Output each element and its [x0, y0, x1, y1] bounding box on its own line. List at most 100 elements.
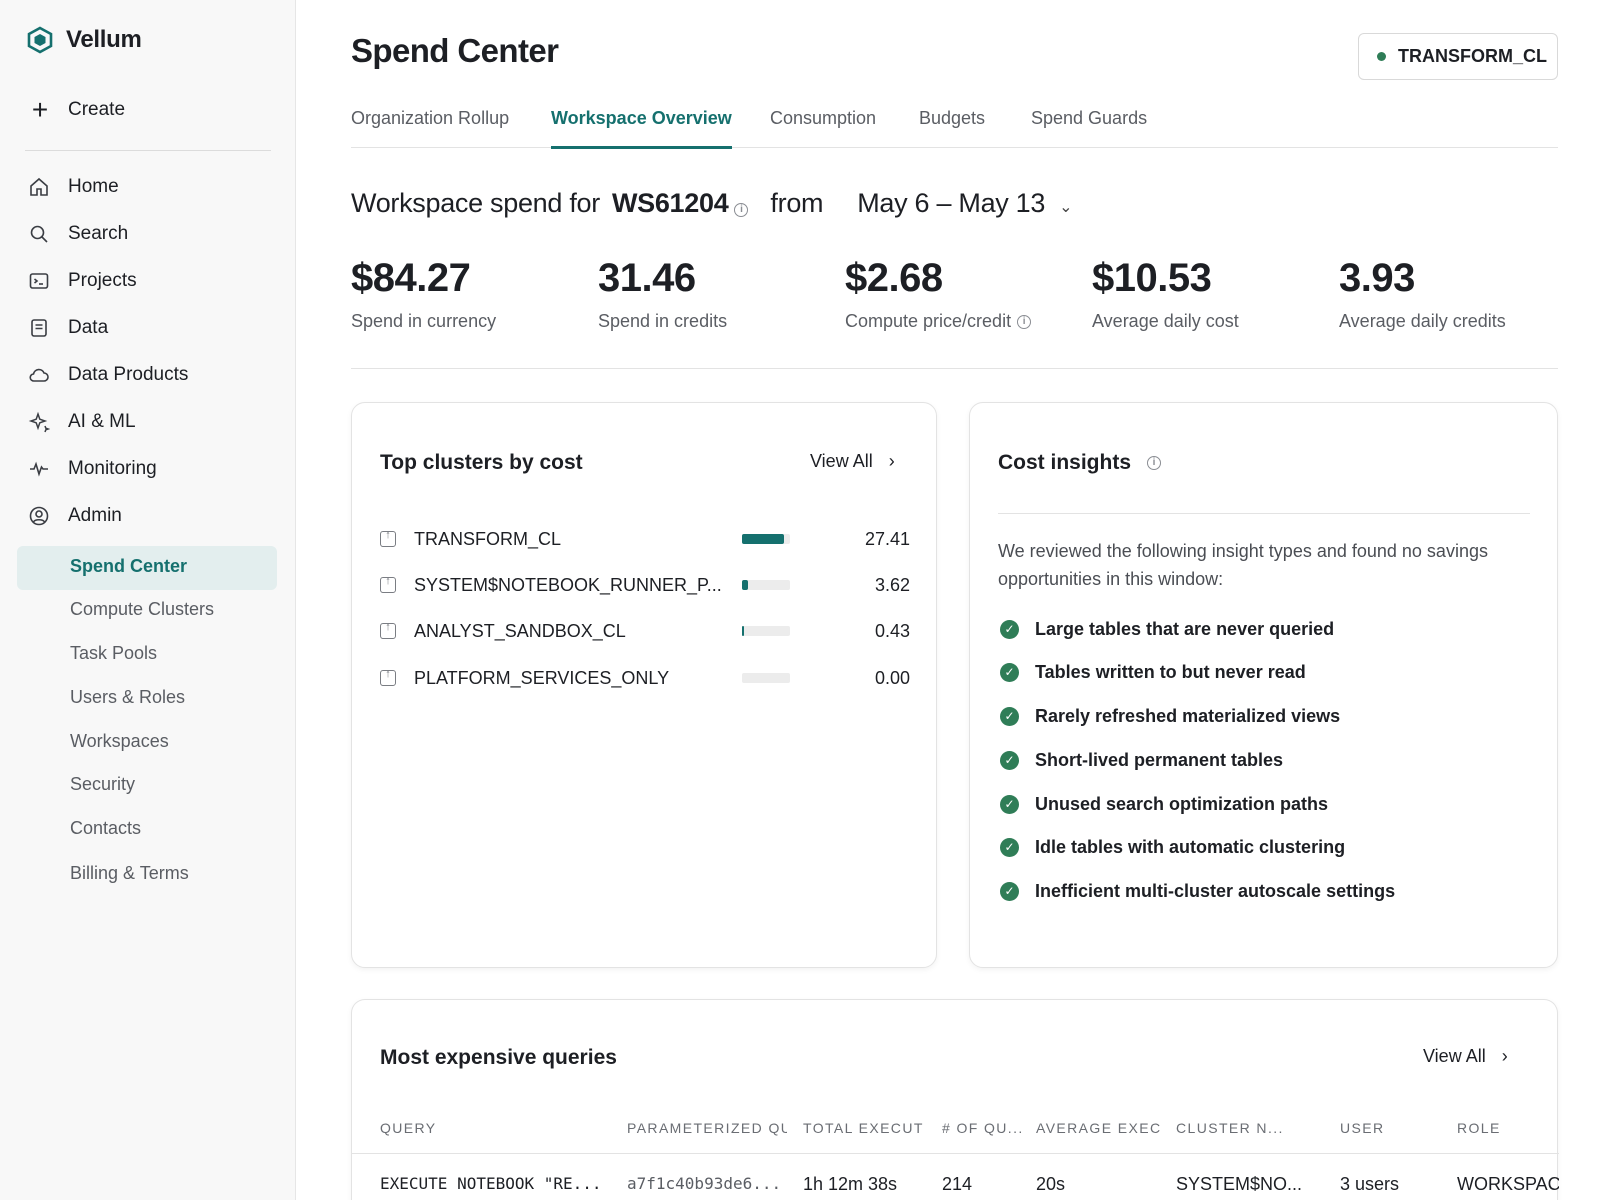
- create-button[interactable]: + Create: [28, 96, 125, 124]
- insight-label: Unused search optimization paths: [1035, 794, 1329, 814]
- cluster-icon: [380, 621, 396, 639]
- parameterized-hash-cell: a7f1c40b93de6...: [627, 1174, 782, 1193]
- sidebar-item-label: Search: [68, 223, 129, 244]
- sidebar-item-search[interactable]: Search: [28, 219, 128, 249]
- cluster-cost-bar-fill: [742, 626, 744, 636]
- tab-spend-guards[interactable]: Spend Guards: [1031, 108, 1147, 148]
- document-icon: [31, 319, 47, 337]
- cluster-cost-bar-fill: [742, 534, 784, 544]
- cost-insights-card: Cost insights i We reviewed the followin…: [969, 402, 1558, 968]
- sidebar-item-label: Data Products: [68, 364, 189, 385]
- insight-label: Large tables that are never queried: [1035, 619, 1335, 639]
- check-circle-icon: ✓: [1000, 838, 1019, 857]
- sidebar-item-data-products[interactable]: Data Products: [28, 360, 188, 390]
- column-header-total-execution[interactable]: TOTAL EXECUT: [803, 1120, 928, 1136]
- query-text-cell: EXECUTE NOTEBOOK "RE...: [380, 1174, 602, 1193]
- column-header-cluster-name[interactable]: CLUSTER N...: [1176, 1120, 1291, 1136]
- column-header-user[interactable]: USER: [1340, 1120, 1430, 1136]
- metric-label: Average daily cost: [1092, 311, 1239, 331]
- view-all-label: View All: [810, 451, 873, 471]
- sidebar-item-label: Projects: [68, 270, 137, 291]
- home-icon: [30, 177, 48, 196]
- sidebar-subitem-contacts[interactable]: Contacts: [70, 818, 141, 844]
- tab-consumption[interactable]: Consumption: [770, 108, 876, 148]
- info-icon[interactable]: i: [734, 203, 749, 217]
- spend-prefix: Workspace spend for: [351, 188, 600, 218]
- metric-value: 3.93: [1339, 256, 1415, 300]
- user-cell: 3 users: [1340, 1174, 1400, 1194]
- cluster-cost-bar: [742, 673, 790, 683]
- metric-value: $2.68: [845, 256, 943, 300]
- date-range-selector[interactable]: May 6 – May 13: [857, 188, 1045, 219]
- metric-value: $10.53: [1092, 256, 1212, 300]
- column-header-query-count[interactable]: # OF QU...: [942, 1120, 1024, 1136]
- sidebar-item-data[interactable]: Data: [28, 313, 108, 343]
- info-icon[interactable]: i: [1147, 456, 1162, 470]
- sidebar-subitem-label: Spend Center: [70, 556, 188, 576]
- insight-item: ✓ Inefficient multi-cluster autoscale set…: [1000, 881, 1395, 902]
- average-execution-cell: 20s: [1036, 1174, 1066, 1194]
- tab-organization-rollup[interactable]: Organization Rollup: [351, 108, 509, 148]
- table-header-divider: [352, 1153, 1559, 1154]
- sidebar: Vellum + Create Home Search Projects Dat…: [0, 0, 296, 1200]
- cluster-row[interactable]: SYSTEM$NOTEBOOK_RUNNER_P... 3.62: [380, 570, 910, 600]
- cluster-name-cell: SYSTEM$NO...: [1176, 1174, 1303, 1194]
- sidebar-subitem-billing-terms[interactable]: Billing & Terms: [70, 863, 189, 889]
- insight-item: ✓ Rarely refreshed materialized views: [1000, 706, 1340, 727]
- metrics-divider: [351, 368, 1558, 369]
- insight-item: ✓ Idle tables with automatic clustering: [1000, 837, 1345, 858]
- sidebar-subitem-users-roles[interactable]: Users & Roles: [70, 687, 185, 713]
- view-all-queries-link[interactable]: View All ›: [1423, 1046, 1508, 1067]
- metric-label: Spend in credits: [598, 311, 728, 331]
- check-circle-icon: ✓: [1000, 620, 1019, 639]
- insight-item: ✓ Unused search optimization paths: [1000, 794, 1328, 815]
- column-header-parameterized-query[interactable]: PARAMETERIZED QU: [627, 1120, 787, 1136]
- sidebar-divider: [25, 150, 271, 151]
- sidebar-item-projects[interactable]: Projects: [28, 266, 137, 296]
- tab-workspace-overview[interactable]: Workspace Overview: [551, 108, 732, 149]
- cluster-name: TRANSFORM_CL: [414, 528, 562, 549]
- column-header-average-execution[interactable]: AVERAGE EXEC: [1036, 1120, 1160, 1136]
- sidebar-item-home[interactable]: Home: [28, 172, 119, 202]
- sparkle-icon: [28, 411, 50, 433]
- cluster-icon: [380, 575, 396, 593]
- sidebar-subitem-task-pools[interactable]: Task Pools: [70, 643, 157, 669]
- tab-bar: Organization Rollup Workspace Overview C…: [351, 104, 1558, 149]
- sidebar-item-monitoring[interactable]: Monitoring: [28, 454, 157, 484]
- metric-label: Spend in currency: [351, 311, 497, 331]
- metric-spend-credits: 31.46 Spend in credits: [598, 256, 727, 332]
- check-circle-icon: ✓: [1000, 795, 1019, 814]
- sidebar-subitem-compute-clusters[interactable]: Compute Clusters: [70, 599, 214, 625]
- sidebar-subitem-workspaces[interactable]: Workspaces: [70, 731, 169, 757]
- cluster-cost-value: 0.00: [874, 667, 910, 688]
- cluster-chip[interactable]: TRANSFORM_CL: [1358, 33, 1558, 80]
- chevron-right-icon: ›: [1501, 1046, 1508, 1066]
- column-header-query[interactable]: QUERY: [380, 1120, 620, 1136]
- info-icon[interactable]: i: [1017, 314, 1032, 329]
- view-all-clusters-link[interactable]: View All ›: [810, 451, 895, 472]
- brand[interactable]: Vellum: [26, 26, 142, 54]
- card-title: Top clusters by cost: [380, 451, 583, 474]
- tab-budgets[interactable]: Budgets: [919, 108, 985, 148]
- card-title: Most expensive queries: [380, 1046, 617, 1069]
- sidebar-subitem-security[interactable]: Security: [70, 774, 135, 800]
- chevron-down-icon[interactable]: ⌄: [1059, 197, 1072, 217]
- sidebar-item-admin[interactable]: Admin: [28, 501, 122, 531]
- cluster-cost-value: 3.62: [874, 574, 910, 595]
- column-header-role[interactable]: ROLE: [1457, 1120, 1557, 1136]
- check-circle-icon: ✓: [1000, 663, 1019, 682]
- cluster-row[interactable]: PLATFORM_SERVICES_ONLY 0.00: [380, 663, 910, 693]
- cluster-row[interactable]: ANALYST_SANDBOX_CL 0.43: [380, 616, 910, 646]
- cluster-row[interactable]: TRANSFORM_CL 27.41: [380, 524, 910, 554]
- expensive-queries-card: Most expensive queries View All › QUERY …: [351, 999, 1559, 1200]
- sidebar-item-label: Monitoring: [68, 458, 157, 479]
- spend-from-label: from: [770, 188, 824, 218]
- insight-label: Tables written to but never read: [1035, 662, 1306, 682]
- sidebar-item-label: AI & ML: [68, 411, 136, 432]
- brand-name: Vellum: [66, 26, 142, 53]
- card-title-row: Cost insights i: [998, 451, 1162, 475]
- workspace-id: WS61204: [611, 188, 729, 218]
- metric-label: Average daily credits: [1339, 311, 1506, 331]
- check-circle-icon: ✓: [1000, 707, 1019, 726]
- sidebar-item-ai-ml[interactable]: AI & ML: [28, 407, 136, 437]
